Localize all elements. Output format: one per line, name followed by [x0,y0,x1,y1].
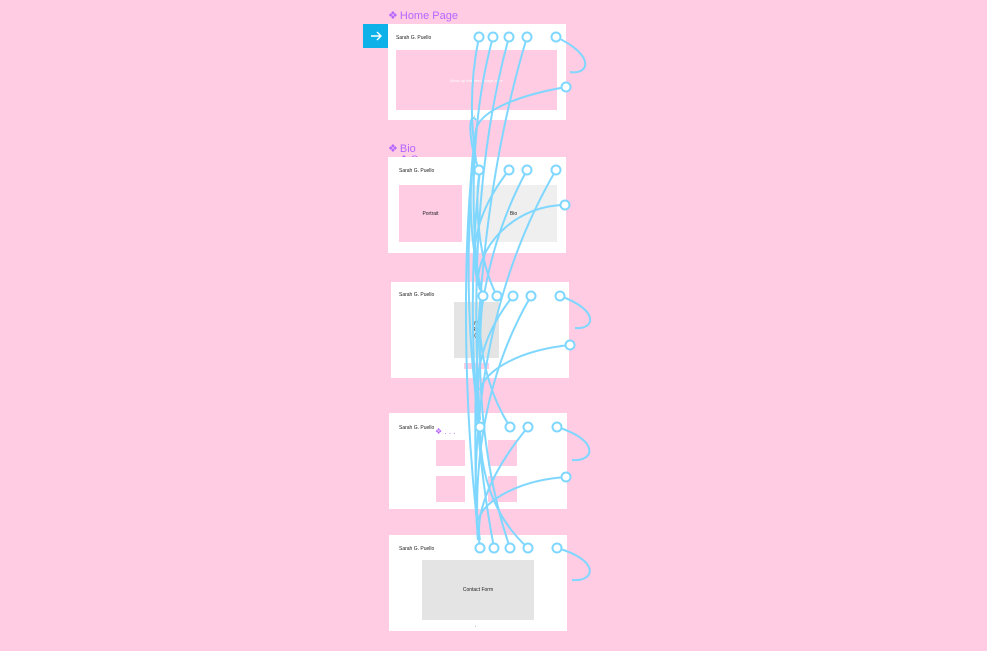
hotspot-node[interactable] [522,421,534,433]
hotspot-node[interactable] [554,290,566,302]
hotspot-node[interactable] [559,199,571,211]
footer: • [475,624,477,628]
hotspot-node[interactable] [522,542,534,554]
frame-label-home[interactable]: ❖ Home Page [388,9,458,22]
contact-form-placeholder: Contact Form [422,560,534,620]
hotspot-node[interactable] [473,31,485,43]
site-name: Sarah G. Puello [399,425,435,431]
hotspot-node[interactable] [491,290,503,302]
footer: • [475,503,477,507]
hotspot-node[interactable] [551,421,563,433]
hotspot-node[interactable] [521,31,533,43]
site-name: Sarah G. Puello [399,292,435,298]
hotspot-node[interactable] [564,339,576,351]
hotspot-node[interactable] [473,164,485,176]
hotspot-node[interactable] [525,290,537,302]
work-placeholder: Wh Res (h [454,302,499,358]
site-name: Sarah G. Puello [399,168,435,174]
site-name: Sarah G. Puello [396,35,432,41]
hotspot-node[interactable] [477,290,489,302]
hotspot-node[interactable] [488,542,500,554]
hotspot-node[interactable] [560,81,572,93]
hotspot-node[interactable] [487,31,499,43]
hotspot-node[interactable] [503,31,515,43]
site-name: Sarah G. Puello [399,546,435,552]
present-button[interactable] [363,24,388,48]
portfolio-tile [436,476,465,502]
portrait-placeholder: Portrait [399,185,462,242]
hotspot-node[interactable] [507,290,519,302]
hotspot-node[interactable] [551,542,563,554]
component-label: ❖ . . . [435,427,456,436]
hotspot-node[interactable] [503,164,515,176]
hero-image-placeholder: Mock up this hero image here [396,50,557,110]
hotspot-node[interactable] [550,164,562,176]
hotspot-node[interactable] [550,31,562,43]
component-diamond-icon: ❖ [388,10,398,22]
resume-button[interactable] [464,363,489,369]
footer: • [474,246,476,250]
bio-placeholder: Bio [470,185,557,242]
portfolio-tile [436,440,465,466]
arrow-right-icon [370,31,382,41]
hotspot-node[interactable] [504,542,516,554]
hotspot-node[interactable] [474,542,486,554]
footer: • [474,114,476,118]
hotspot-node[interactable] [474,421,486,433]
hotspot-node[interactable] [504,421,516,433]
portfolio-tile [488,440,517,466]
portfolio-tile [488,476,517,502]
hotspot-node[interactable] [560,471,572,483]
hotspot-node[interactable] [521,164,533,176]
component-diamond-icon: ❖ [388,143,398,155]
